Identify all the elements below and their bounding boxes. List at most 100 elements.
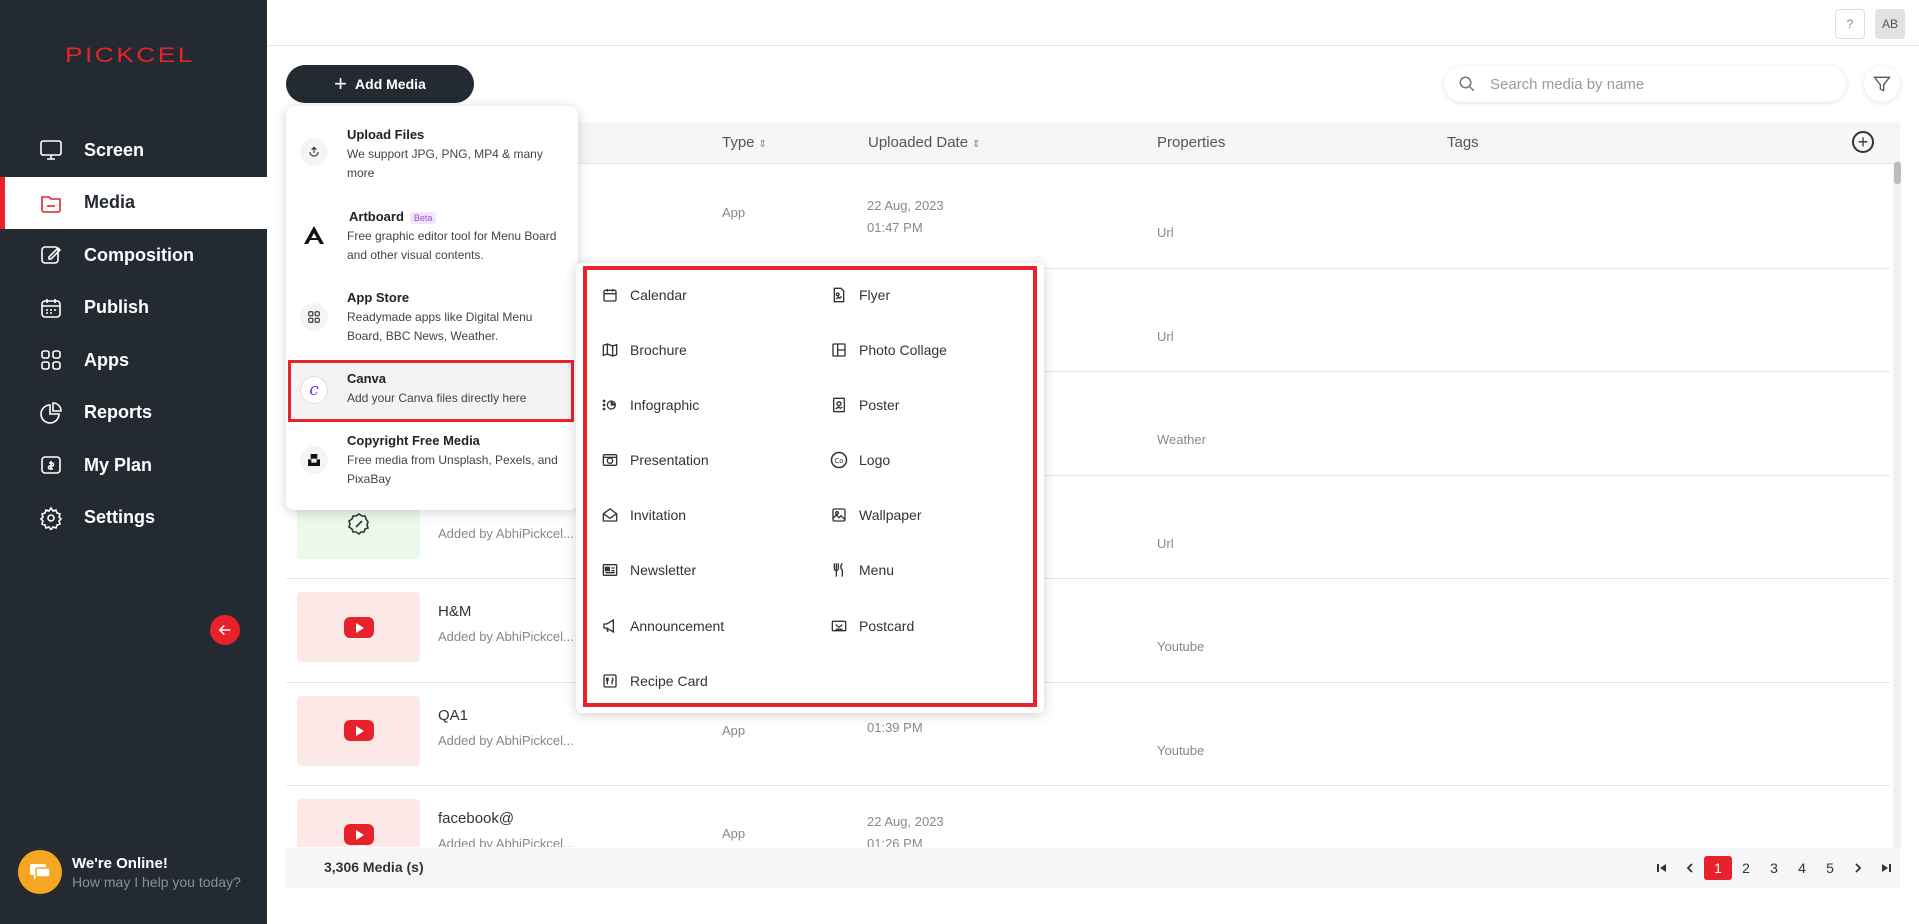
prev-page-button[interactable] <box>1676 856 1704 880</box>
media-thumbnail[interactable] <box>297 799 420 847</box>
youtube-icon <box>343 720 374 741</box>
sidebar-item-media[interactable]: Media <box>0 176 267 229</box>
menu-item-desc: Free media from Unsplash, Pexels, and Pi… <box>347 453 558 486</box>
megaphone-icon <box>601 617 619 635</box>
sidebar-item-label: Screen <box>84 139 145 160</box>
sidebar-item-reports[interactable]: Reports <box>0 387 267 440</box>
row-date-time: 01:26 PM <box>867 836 923 847</box>
table-row[interactable]: facebook@ Added by AbhiPickcel... App 22… <box>286 786 1890 847</box>
menu-item-desc: Add your Canva files directly here <box>347 391 527 405</box>
canva-item-presentation[interactable]: Presentation <box>601 451 709 469</box>
menu-item-title: App Store <box>347 290 410 305</box>
media-thumbnail[interactable] <box>297 695 420 766</box>
chat-subtitle: How may I help you today? <box>72 873 241 890</box>
sidebar-item-my-plan[interactable]: My Plan <box>0 439 267 492</box>
youtube-icon <box>343 616 374 638</box>
canva-item-recipe-card[interactable]: Recipe Card <box>601 672 708 690</box>
chat-title: We're Online! <box>72 854 168 872</box>
last-page-button[interactable] <box>1872 856 1900 880</box>
chat-widget[interactable]: We're Online! How may I help you today? <box>18 850 241 894</box>
brochure-icon <box>601 341 619 359</box>
canva-item-menu[interactable]: Menu <box>830 561 894 579</box>
plus-icon: + <box>334 71 348 96</box>
canva-item-brochure[interactable]: Brochure <box>601 341 687 359</box>
first-page-icon <box>1657 864 1666 872</box>
first-page-button[interactable] <box>1648 856 1676 880</box>
chevron-left-icon <box>1686 863 1693 873</box>
sidebar-item-apps[interactable]: Apps <box>0 334 267 387</box>
page-5[interactable]: 5 <box>1816 856 1844 880</box>
row-name[interactable]: facebook@ <box>438 810 514 827</box>
chevron-right-icon <box>1855 863 1862 873</box>
sidebar-item-screen[interactable]: Screen <box>0 124 267 177</box>
table-row[interactable]: H&M Added by AbhiPickcel... Youtube <box>286 579 1890 683</box>
filter-button[interactable] <box>1864 66 1900 102</box>
next-page-button[interactable] <box>1844 856 1872 880</box>
pickcel-logo[interactable]: PICKCEL <box>65 44 195 68</box>
row-added-by: Added by AbhiPickcel... <box>438 629 574 644</box>
canva-item-poster[interactable]: Poster <box>830 396 899 414</box>
canva-item-label: Invitation <box>630 507 687 523</box>
add-media-label: Add Media <box>355 76 426 92</box>
help-button[interactable]: ? <box>1835 9 1865 39</box>
scrollbar-thumb[interactable] <box>1894 162 1901 184</box>
calendar-icon <box>38 295 64 321</box>
row-property: Url <box>1157 535 1174 551</box>
column-type[interactable]: Type ⇕ <box>722 134 767 151</box>
app-badge-icon <box>347 512 369 535</box>
sidebar-item-publish[interactable]: Publish <box>0 282 267 335</box>
sidebar-item-composition[interactable]: Composition <box>0 229 267 282</box>
row-added-by: Added by AbhiPickcel... <box>438 525 574 541</box>
canva-item-label: Photo Collage <box>859 342 947 358</box>
row-date-day: 22 Aug, 2023 <box>867 198 944 213</box>
row-name[interactable]: H&M <box>438 603 471 620</box>
add-media-button[interactable]: + Add Media <box>286 65 474 103</box>
row-type: App <box>722 722 746 738</box>
poster-icon <box>830 396 848 414</box>
column-uploaded-date[interactable]: Uploaded Date ⇕ <box>868 134 980 151</box>
row-property: Url <box>1157 225 1174 240</box>
invitation-icon <box>601 506 619 524</box>
canva-item-newsletter[interactable]: Newsletter <box>601 561 696 579</box>
pie-chart-icon <box>38 400 64 426</box>
row-property: Youtube <box>1157 742 1205 758</box>
table-row[interactable]: QA1 Added by AbhiPickcel... App 22 Aug, … <box>286 683 1890 786</box>
canva-item-label: Infographic <box>630 397 700 413</box>
canva-item-announcement[interactable]: Announcement <box>601 617 724 635</box>
menu-item-title: Artboard Beta <box>349 209 437 224</box>
canva-item-label: Flyer <box>859 287 891 303</box>
avatar[interactable]: AB <box>1875 9 1905 39</box>
canva-item-infographic[interactable]: Infographic <box>601 396 699 414</box>
canva-item-wallpaper[interactable]: Wallpaper <box>830 506 922 524</box>
canva-item-label: Wallpaper <box>859 507 922 523</box>
page-4[interactable]: 4 <box>1788 856 1816 880</box>
row-name[interactable]: QA1 <box>438 707 468 724</box>
row-date-day: 22 Aug, 2023 <box>867 814 944 829</box>
stock-media-icon <box>300 446 328 474</box>
logo-icon: Co <box>830 451 848 469</box>
canva-item-flyer[interactable]: Flyer <box>830 286 890 304</box>
canva-item-calendar[interactable]: Calendar <box>601 286 687 304</box>
sidebar-item-settings[interactable]: Settings <box>0 492 267 545</box>
page-3[interactable]: 3 <box>1760 856 1788 880</box>
row-property: Youtube <box>1157 639 1205 654</box>
add-column-button[interactable]: + <box>1852 131 1874 153</box>
canva-item-invitation[interactable]: Invitation <box>601 506 686 524</box>
canva-item-photo-collage[interactable]: Photo Collage <box>830 341 947 359</box>
table-scrollbar[interactable] <box>1893 160 1901 848</box>
canva-item-label: Newsletter <box>630 562 697 578</box>
page-1[interactable]: 1 <box>1704 856 1732 880</box>
canva-item-postcard[interactable]: Postcard <box>830 617 914 635</box>
page-2[interactable]: 2 <box>1732 856 1760 880</box>
media-thumbnail[interactable] <box>297 592 420 662</box>
search-input[interactable] <box>1490 75 1820 93</box>
menu-item-desc: Readymade apps like Digital Menu Board, … <box>347 310 533 343</box>
postcard-icon <box>830 617 848 635</box>
youtube-icon <box>343 823 374 845</box>
recipe-card-icon <box>601 672 619 690</box>
collapse-sidebar-button[interactable] <box>210 615 240 645</box>
column-uploaded-label: Uploaded Date <box>868 134 969 151</box>
apps-icon <box>300 303 328 331</box>
canva-item-logo[interactable]: Co Logo <box>830 451 890 469</box>
sidebar-item-label: Composition <box>84 244 194 265</box>
